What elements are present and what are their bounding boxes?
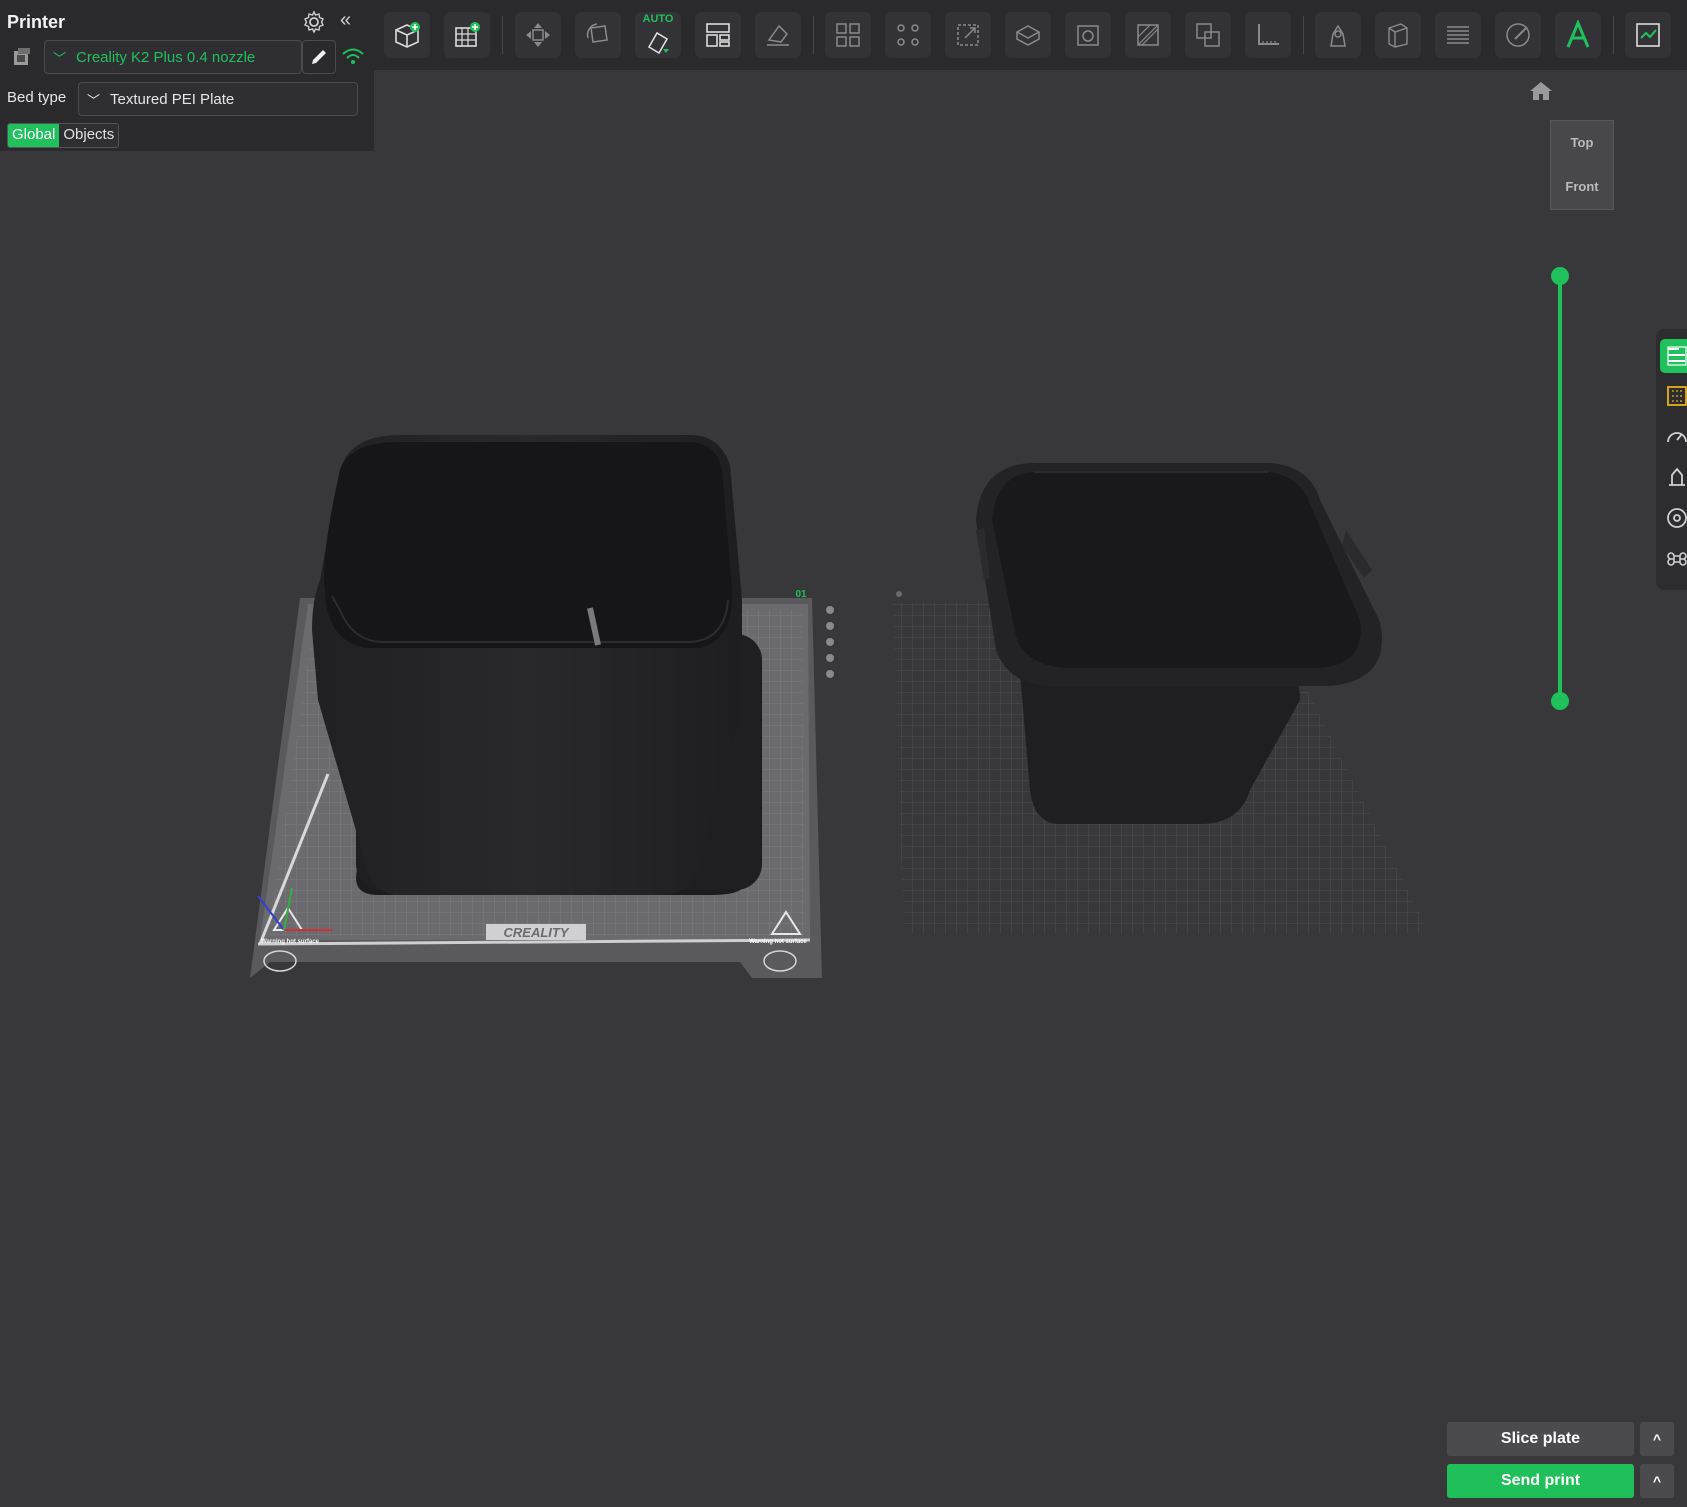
chevron-down-icon: ﹀ (53, 50, 67, 66)
text-button[interactable] (1555, 12, 1601, 58)
assembly-icon (1636, 23, 1660, 47)
text-icon (1566, 20, 1590, 48)
printer-name: Creality K2 Plus 0.4 nozzle (76, 48, 256, 66)
hollow-icon (1077, 25, 1099, 46)
seam-paint-button[interactable] (1315, 12, 1361, 58)
plate-controls[interactable] (826, 606, 834, 678)
right-tool-strip (1656, 329, 1687, 590)
panel-title: Printer (7, 12, 66, 32)
cut-icon (1015, 25, 1041, 46)
support-settings-button[interactable] (1660, 460, 1687, 494)
send-options-button[interactable]: ^ (1640, 1464, 1674, 1498)
boolean-button[interactable] (1185, 12, 1231, 58)
lay-on-face-button[interactable] (755, 12, 801, 58)
home-view-icon[interactable] (1528, 80, 1554, 102)
view-cube-top[interactable]: Top (1551, 135, 1613, 150)
auto-orient-icon (647, 31, 669, 55)
plate-number: 01 (795, 589, 807, 600)
toolbar-separator (1613, 16, 1614, 54)
layer-slider-track[interactable] (1558, 276, 1562, 702)
auto-label: AUTO (642, 13, 674, 25)
toolbar-separator (813, 16, 814, 54)
measure-icon (1258, 24, 1279, 45)
arrange-icon (706, 23, 730, 47)
wifi-icon[interactable] (341, 46, 365, 68)
view-cube[interactable]: Top Front (1550, 120, 1614, 210)
speed-settings-button[interactable] (1660, 420, 1687, 454)
lay-on-face-icon (767, 24, 789, 46)
toolbar-separator (1303, 16, 1304, 54)
rotate-icon (586, 23, 608, 43)
color-paint-button[interactable] (1495, 12, 1541, 58)
hollow-button[interactable] (1065, 12, 1111, 58)
pencil-icon (312, 50, 326, 64)
layer-slider-bottom-handle[interactable] (1551, 692, 1569, 710)
slice-plate-button[interactable]: Slice plate (1447, 1422, 1634, 1456)
printer-select[interactable]: ﹀ Creality K2 Plus 0.4 nozzle (44, 40, 302, 74)
move-icon (526, 23, 550, 47)
slice-options-button[interactable]: ^ (1640, 1422, 1674, 1456)
variable-layer-button[interactable] (1375, 12, 1421, 58)
support-paint-icon (1137, 24, 1159, 46)
view-cube-front[interactable]: Front (1551, 179, 1613, 194)
filament-spool-icon (1667, 508, 1687, 528)
rotate-button[interactable] (575, 12, 621, 58)
move-button[interactable] (515, 12, 561, 58)
measure-button[interactable] (1245, 12, 1291, 58)
add-object-icon (395, 22, 420, 48)
assembly-button[interactable] (1625, 12, 1671, 58)
warning-text-left: Warning hot surface (261, 939, 319, 945)
auto-orient-button[interactable]: AUTO (635, 12, 681, 58)
scene-canvas: CREALITY 01 Warning hot surface Warning … (250, 435, 1430, 978)
color-paint-icon (1506, 23, 1530, 47)
toolbar-separator (502, 16, 503, 54)
split-objects-button[interactable] (825, 12, 871, 58)
add-plate-button[interactable] (444, 12, 490, 58)
object-list-button[interactable] (1660, 339, 1687, 373)
material-settings-button[interactable] (1660, 501, 1687, 535)
arrange-button[interactable] (695, 12, 741, 58)
secondary-plate-marker (896, 591, 902, 597)
add-object-button[interactable] (384, 12, 430, 58)
layer-settings-icon (1447, 26, 1469, 44)
scale-button[interactable] (945, 12, 991, 58)
edit-printer-button[interactable] (302, 40, 336, 74)
seam-paint-icon (1330, 24, 1346, 47)
layer-settings-button[interactable] (1435, 12, 1481, 58)
object-list-icon (1667, 346, 1687, 366)
speedometer-icon (1667, 432, 1687, 443)
send-print-button[interactable]: Send print (1447, 1464, 1634, 1498)
printer-icon[interactable] (11, 46, 33, 68)
variable-layer-icon (1388, 23, 1408, 48)
other-settings-button[interactable] (1660, 542, 1687, 576)
gear-icon[interactable] (302, 10, 326, 34)
process-settings-icon (1667, 386, 1687, 406)
split-objects-icon (836, 23, 860, 47)
process-settings-button[interactable] (1660, 379, 1687, 413)
split-parts-icon (897, 24, 919, 46)
object-box-left[interactable] (312, 435, 762, 895)
main-toolbar: AUTO (374, 0, 1687, 70)
viewport-3d[interactable]: CREALITY 01 Warning hot surface Warning … (0, 70, 1687, 1507)
scale-icon (957, 24, 979, 46)
command-icon (1667, 552, 1687, 566)
support-icon (1669, 467, 1685, 486)
warning-text-right: Warning hot surface (749, 939, 807, 945)
boolean-icon (1196, 23, 1220, 47)
support-paint-button[interactable] (1125, 12, 1171, 58)
collapse-panel-icon[interactable]: « (340, 9, 351, 32)
cut-button[interactable] (1005, 12, 1051, 58)
layer-slider-top-handle[interactable] (1551, 267, 1569, 285)
add-plate-icon (455, 22, 480, 47)
bed-brand-text: CREALITY (504, 925, 570, 940)
split-parts-button[interactable] (885, 12, 931, 58)
